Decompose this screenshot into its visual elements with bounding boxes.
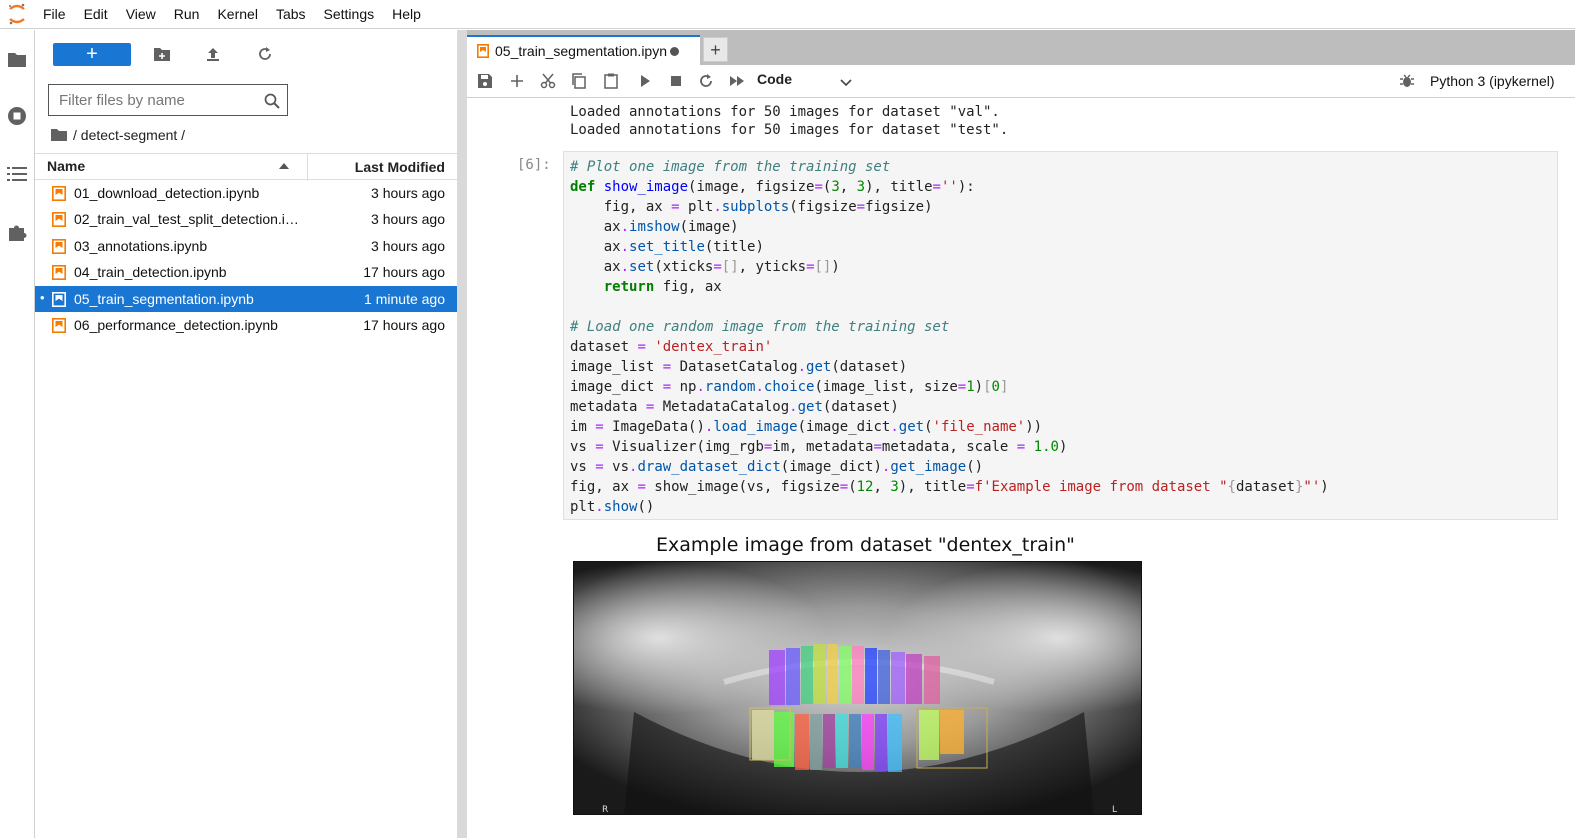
file-modified: 3 hours ago [371,185,445,201]
code-source[interactable]: # Plot one image from the training set d… [570,157,1329,517]
output-line: Loaded annotations for 50 images for dat… [570,122,1009,138]
menu-edit[interactable]: Edit [75,0,117,29]
panoramic-xray-image: R L [573,561,1142,815]
file-modified: 17 hours ago [363,264,445,281]
file-name: 02_train_val_test_split_detection.ipynb [74,211,306,228]
run-icon[interactable] [637,73,653,89]
chevron-down-icon [840,75,852,91]
menu-help[interactable]: Help [383,0,430,29]
insert-cell-icon[interactable] [509,73,525,89]
menu-run[interactable]: Run [165,0,209,29]
notebook-icon [52,317,66,333]
table-of-contents-icon[interactable] [6,163,28,185]
notebook-icon [477,44,489,58]
file-name: 01_download_detection.ipynb [74,185,260,201]
file-browser-panel: + / detect-segment / Name Last Modified … [35,30,457,838]
file-name: 06_performance_detection.ipynb [74,316,278,333]
tab-label: 05_train_segmentation.ipyn [495,43,668,59]
open-indicator-icon: • [40,289,45,305]
sort-ascending-icon [279,163,289,169]
file-filter-input[interactable] [59,85,259,115]
execution-count: [6]: [517,157,551,173]
tab-notebook[interactable]: 05_train_segmentation.ipyn [467,35,700,65]
menu-settings[interactable]: Settings [315,0,384,29]
code-cell-editor[interactable]: # Plot one image from the training set d… [563,151,1558,520]
jupyter-logo-icon [0,0,34,29]
running-sessions-icon[interactable] [6,105,28,127]
copy-icon[interactable] [571,73,587,89]
notebook-icon [52,186,66,201]
file-row[interactable]: 02_train_val_test_split_detection.ipynb 3… [35,206,457,232]
file-list: 01_download_detection.ipynb 3 hours ago 02… [35,180,457,338]
column-divider[interactable] [307,154,308,181]
restart-kernel-icon[interactable] [698,73,714,89]
figure-title: Example image from dataset "dentex_train… [656,534,1075,556]
extensions-puzzle-icon[interactable] [6,221,28,243]
new-launcher-button[interactable]: + [53,43,131,66]
paste-icon[interactable] [603,73,619,89]
notebook-icon [52,238,66,254]
notebook-icon [52,265,66,281]
file-row[interactable]: 06_performance_detection.ipynb 17 hours a… [35,312,457,338]
stop-icon[interactable] [668,73,684,89]
folder-icon[interactable] [51,128,67,142]
cut-icon[interactable] [540,73,556,89]
file-list-header: Name Last Modified [35,153,457,181]
menubar: File Edit View Run Kernel Tabs Settings … [0,0,1575,29]
breadcrumb-path[interactable]: / detect-segment / [73,127,185,143]
tab-bar: 05_train_segmentation.ipyn + [467,30,1575,65]
activity-bar [0,30,35,838]
search-icon [264,93,280,114]
svg-text:R: R [602,805,608,815]
unsaved-indicator-icon[interactable] [670,46,680,56]
svg-text:L: L [1112,805,1117,815]
file-filter-field[interactable] [48,84,288,116]
menu-file[interactable]: File [34,0,75,29]
menu-view[interactable]: View [117,0,165,29]
restart-run-all-icon[interactable] [729,73,745,89]
output-line: Loaded annotations for 50 images for dat… [570,104,1000,120]
column-modified-header[interactable]: Last Modified [355,159,445,175]
notebook-content: Loaded annotations for 50 images for dat… [467,98,1575,838]
save-icon[interactable] [477,73,493,89]
cell-type-value: Code [757,71,792,87]
notebook-icon [52,212,66,228]
refresh-icon[interactable] [257,46,275,64]
file-row[interactable]: • 05_train_segmentation.ipynb 1 minute ago [35,285,457,312]
notebook-toolbar: Code Python 3 (ipykernel) [467,65,1575,98]
breadcrumb: / detect-segment / [51,125,185,145]
file-row[interactable]: 01_download_detection.ipynb 3 hours ago [35,180,457,206]
folder-icon[interactable] [6,48,28,70]
main-area: 05_train_segmentation.ipyn + Code Python… [467,30,1575,838]
file-row[interactable]: 03_annotations.ipynb 3 hours ago [35,233,457,259]
add-tab-button[interactable]: + [703,37,728,62]
file-modified: 17 hours ago [363,316,445,333]
file-name: 05_train_segmentation.ipynb [74,290,254,307]
file-row[interactable]: 04_train_detection.ipynb 17 hours ago [35,259,457,285]
new-folder-icon[interactable] [153,46,171,64]
file-name: 03_annotations.ipynb [74,237,208,254]
file-name: 04_train_detection.ipynb [74,264,227,281]
file-modified: 1 minute ago [364,290,445,307]
cell-type-select[interactable]: Code [757,71,854,92]
cell-output-text: Loaded annotations for 50 images for dat… [570,103,1008,139]
panel-splitter[interactable] [457,30,467,838]
kernel-status[interactable]: Python 3 (ipykernel) [1430,73,1555,89]
column-name-header[interactable]: Name [47,158,85,174]
menu-tabs[interactable]: Tabs [267,0,315,29]
debugger-bug-icon[interactable] [1399,73,1415,94]
file-modified: 3 hours ago [371,237,445,254]
menu-kernel[interactable]: Kernel [208,0,266,29]
file-modified: 3 hours ago [371,211,445,228]
upload-icon[interactable] [205,46,223,64]
notebook-icon [52,291,66,307]
